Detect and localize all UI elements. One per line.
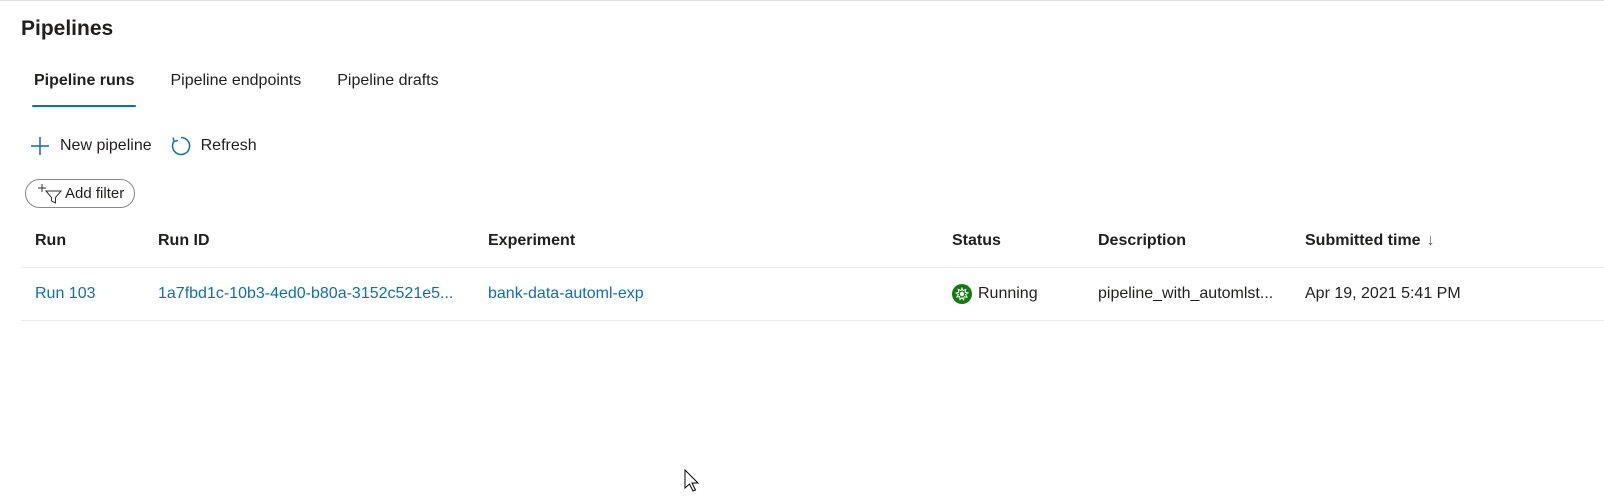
status-cell: Running: [952, 268, 1092, 320]
column-header-submitted-time[interactable]: Submitted time ↓: [1305, 215, 1565, 267]
page-title: Pipelines: [21, 17, 114, 40]
new-pipeline-label: New pipeline: [60, 137, 152, 154]
description-cell: pipeline_with_automlst...: [1098, 285, 1274, 302]
submitted-time-cell: Apr 19, 2021 5:41 PM: [1305, 285, 1461, 302]
column-header-run[interactable]: Run: [35, 215, 145, 267]
add-filter-icon: [37, 183, 63, 205]
pipelines-page: Pipelines Pipeline runs Pipeline endpoin…: [0, 0, 1604, 499]
run-id-link[interactable]: 1a7fbd1c-10b3-4ed0-b80a-3152c521e5...: [158, 268, 466, 320]
add-filter-label: Add filter: [65, 185, 125, 202]
command-bar: New pipeline Refresh: [29, 131, 275, 161]
column-header-status[interactable]: Status: [952, 215, 1092, 267]
add-filter-button[interactable]: Add filter: [25, 179, 136, 208]
tab-pipeline-drafts[interactable]: Pipeline drafts: [324, 69, 451, 105]
submitted-time-header-label: Submitted time: [1305, 232, 1421, 249]
mouse-cursor-icon: [684, 468, 702, 493]
refresh-label: Refresh: [200, 137, 257, 154]
refresh-icon: [170, 135, 192, 157]
experiment-link[interactable]: bank-data-automl-exp: [488, 268, 928, 320]
new-pipeline-button[interactable]: New pipeline: [29, 135, 152, 157]
plus-icon: [29, 135, 51, 157]
column-header-experiment[interactable]: Experiment: [488, 215, 928, 267]
running-status-icon: [952, 284, 972, 304]
pipeline-runs-table: Run Run ID Experiment Status Description…: [21, 215, 1604, 321]
column-header-run-id[interactable]: Run ID: [158, 215, 466, 267]
column-header-description[interactable]: Description: [1098, 215, 1283, 267]
status-text: Running: [978, 285, 1038, 302]
tab-pipeline-endpoints[interactable]: Pipeline endpoints: [157, 69, 314, 105]
tab-pipeline-runs[interactable]: Pipeline runs: [21, 69, 147, 107]
refresh-button[interactable]: Refresh: [170, 135, 257, 157]
run-link[interactable]: Run 103: [35, 268, 145, 320]
table-header: Run Run ID Experiment Status Description…: [21, 215, 1604, 268]
tab-bar: Pipeline runs Pipeline endpoints Pipelin…: [21, 69, 462, 109]
sort-descending-icon: ↓: [1426, 232, 1435, 249]
table-row[interactable]: Run 103 1a7fbd1c-10b3-4ed0-b80a-3152c521…: [21, 268, 1604, 321]
